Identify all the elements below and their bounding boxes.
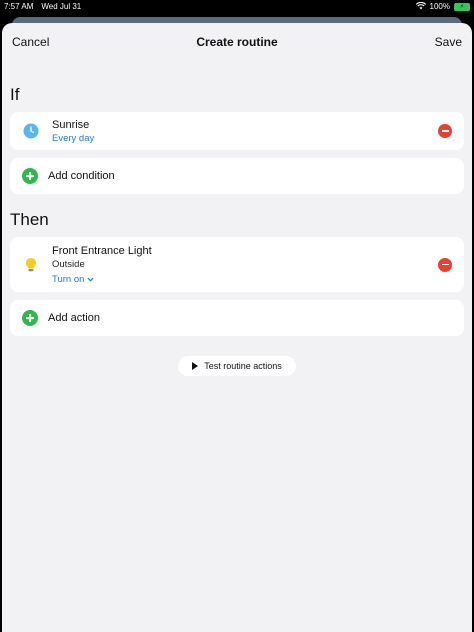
add-action-label: Add action — [48, 312, 100, 324]
play-icon — [192, 362, 199, 370]
if-heading: If — [10, 85, 20, 104]
wifi-icon — [415, 1, 426, 12]
test-routine-actions-label: Test routine actions — [204, 361, 282, 371]
battery-percent: 100% — [429, 2, 450, 11]
action-state-label: Turn on — [52, 273, 85, 285]
navigation-bar: Cancel Create routine Save — [2, 23, 472, 61]
create-routine-sheet: Cancel Create routine Save If Sunrise Ev… — [2, 23, 472, 632]
battery-icon: ⚡ — [454, 2, 470, 11]
chevron-down-icon — [87, 274, 95, 285]
sunrise-clock-icon — [22, 122, 40, 140]
trigger-title: Sunrise — [52, 118, 90, 131]
add-action-button[interactable]: Add action — [10, 300, 464, 336]
test-routine-actions-button[interactable]: Test routine actions — [178, 356, 296, 376]
action-state-dropdown[interactable]: Turn on — [52, 274, 152, 285]
cancel-button[interactable]: Cancel — [12, 35, 49, 49]
action-location: Outside — [52, 258, 85, 270]
action-title: Front Entrance Light — [52, 244, 152, 257]
light-bulb-icon — [22, 256, 40, 274]
remove-trigger-button[interactable] — [438, 124, 452, 138]
add-condition-button[interactable]: Add condition — [10, 158, 464, 194]
then-heading: Then — [10, 210, 49, 229]
status-bar: 7:57 AM Wed Jul 31 100% ⚡ — [0, 0, 474, 13]
trigger-schedule: Every day — [52, 132, 95, 144]
page-title: Create routine — [196, 35, 278, 49]
status-time: 7:57 AM — [4, 2, 34, 11]
remove-action-button[interactable] — [438, 257, 452, 272]
status-date: Wed Jul 31 — [41, 2, 82, 11]
add-icon — [22, 310, 38, 326]
add-condition-label: Add condition — [48, 170, 115, 182]
save-button[interactable]: Save — [435, 35, 462, 49]
action-item-front-entrance-light[interactable]: Front Entrance Light Outside Turn on — [10, 237, 464, 292]
trigger-item-sunrise[interactable]: Sunrise Every day — [10, 112, 464, 150]
add-icon — [22, 168, 38, 184]
